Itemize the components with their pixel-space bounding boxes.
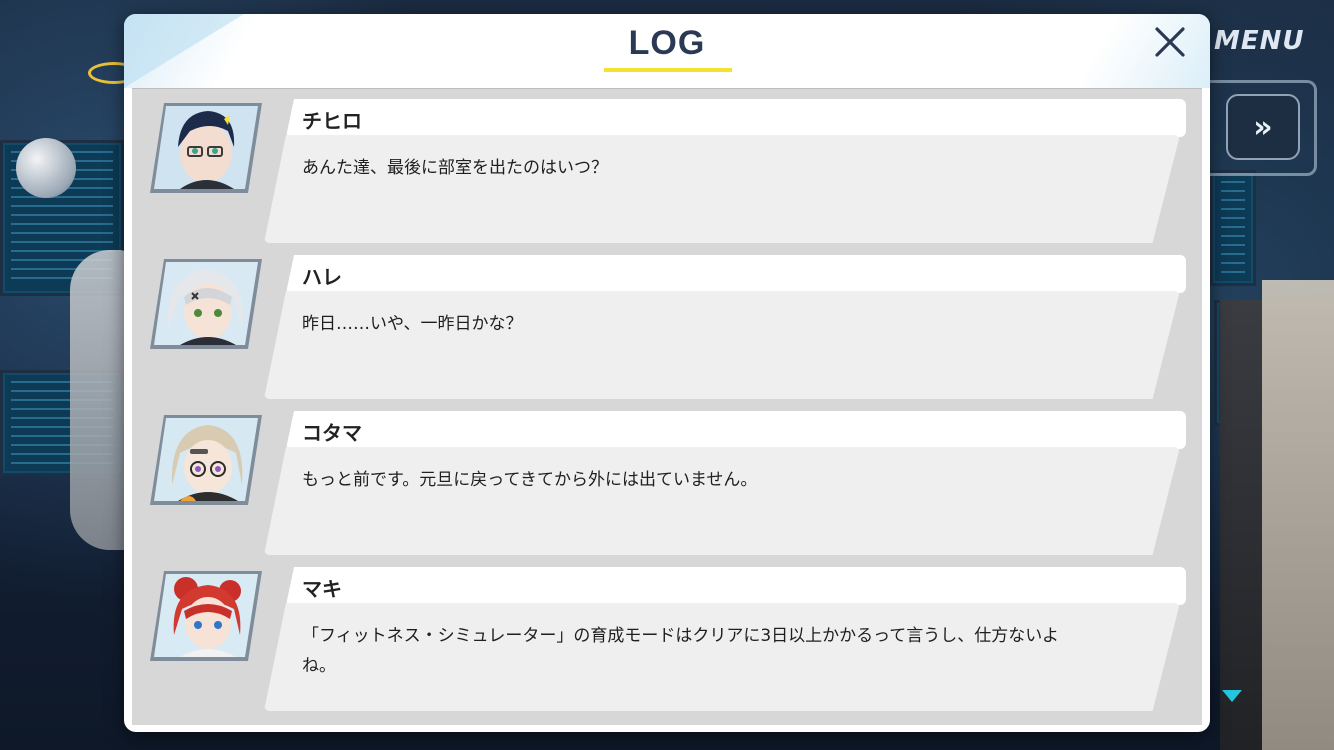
background-monitor [1210,170,1256,286]
speaker-name-plate [286,411,1186,449]
dialogue-text: あんた達、最後に部室を出たのはいつ？ [302,158,608,178]
log-dialog-header: LOG [124,14,1210,88]
log-title: LOG [628,24,706,62]
avatar [150,413,262,507]
maki-portrait-icon [150,571,262,661]
speaker-name-plate [286,255,1186,293]
log-entry: チヒロ あんた達、最後に部室を出たのはいつ？ [132,95,1202,245]
dialogue-bubble [264,447,1180,555]
speaker-name-plate [286,99,1186,137]
background-character-left [70,250,130,550]
dialogue-bubble [264,135,1180,243]
log-entry: ハレ 昨日……いや、一昨日かな？ [132,251,1202,401]
avatar [150,569,262,663]
speaker-name: コタマ [302,421,362,445]
background-robot [16,138,76,198]
close-button[interactable] [1150,22,1190,62]
fast-forward-icon: » [1253,109,1273,145]
dialogue-text: 昨日……いや、一昨日かな？ [302,314,523,334]
speaker-name: マキ [302,577,342,601]
speaker-name: チヒロ [302,109,362,133]
advance-indicator-icon [1222,690,1242,702]
log-entry: コタマ もっと前です。元旦に戻ってきてから外には出ていません。 [132,407,1202,557]
hare-portrait-icon [150,259,262,349]
menu-button[interactable]: MENU [1214,26,1305,56]
chihiro-portrait-icon [150,103,262,193]
close-icon [1155,27,1185,57]
background-character-right-hair [1262,280,1334,750]
avatar [150,257,262,351]
log-dialog: LOG チヒロ あんた達、最後に部室を出たのはいつ？ ハレ 昨日……いや、一昨日… [124,14,1210,732]
dialogue-bubble [264,291,1180,399]
dialogue-text: もっと前です。元旦に戻ってきてから外には出ていません。 [302,470,758,490]
avatar [150,101,262,195]
log-list[interactable]: チヒロ あんた達、最後に部室を出たのはいつ？ ハレ 昨日……いや、一昨日かな？ … [132,88,1202,725]
speaker-name-plate [286,567,1186,605]
fast-forward-button[interactable]: » [1226,94,1300,160]
log-entry: マキ 「フィットネス・シミュレーター」の育成モードはクリアに3日以上かかるって言… [132,563,1202,713]
dialogue-text: 「フィットネス・シミュレーター」の育成モードはクリアに3日以上かかるって言うし、… [302,626,1059,676]
log-title-underline [604,68,732,72]
kotama-portrait-icon [150,415,262,505]
speaker-name: ハレ [302,265,342,289]
